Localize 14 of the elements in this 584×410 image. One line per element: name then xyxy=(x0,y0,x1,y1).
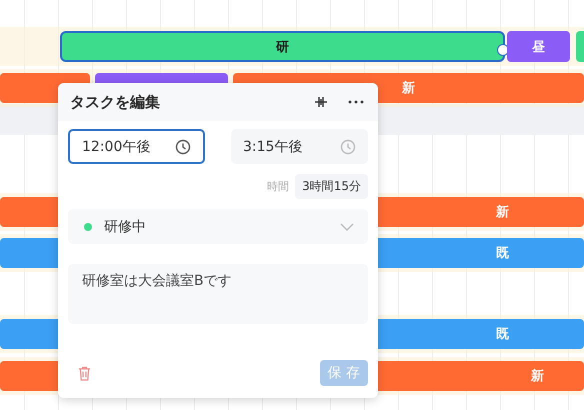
popup-title: タスクを編集 xyxy=(70,92,161,112)
duration-value: 3時間15分 xyxy=(295,174,368,199)
task-bar[interactable]: 研 xyxy=(60,31,505,62)
task-bar[interactable]: 昼 xyxy=(507,31,570,62)
split-icon[interactable] xyxy=(314,96,328,108)
clock-icon xyxy=(340,138,356,154)
status-select[interactable]: 研修中 xyxy=(68,209,368,244)
notes-field[interactable]: 研修室は大会議室Bです xyxy=(68,264,368,324)
more-icon[interactable] xyxy=(348,100,364,104)
chevron-down-icon xyxy=(340,222,354,230)
duration-label: 時間 xyxy=(267,179,290,194)
end-time-field[interactable]: 3:15午後 xyxy=(231,129,368,164)
start-time-field[interactable]: 12:00午後 xyxy=(68,129,205,164)
clock-icon xyxy=(175,138,191,154)
